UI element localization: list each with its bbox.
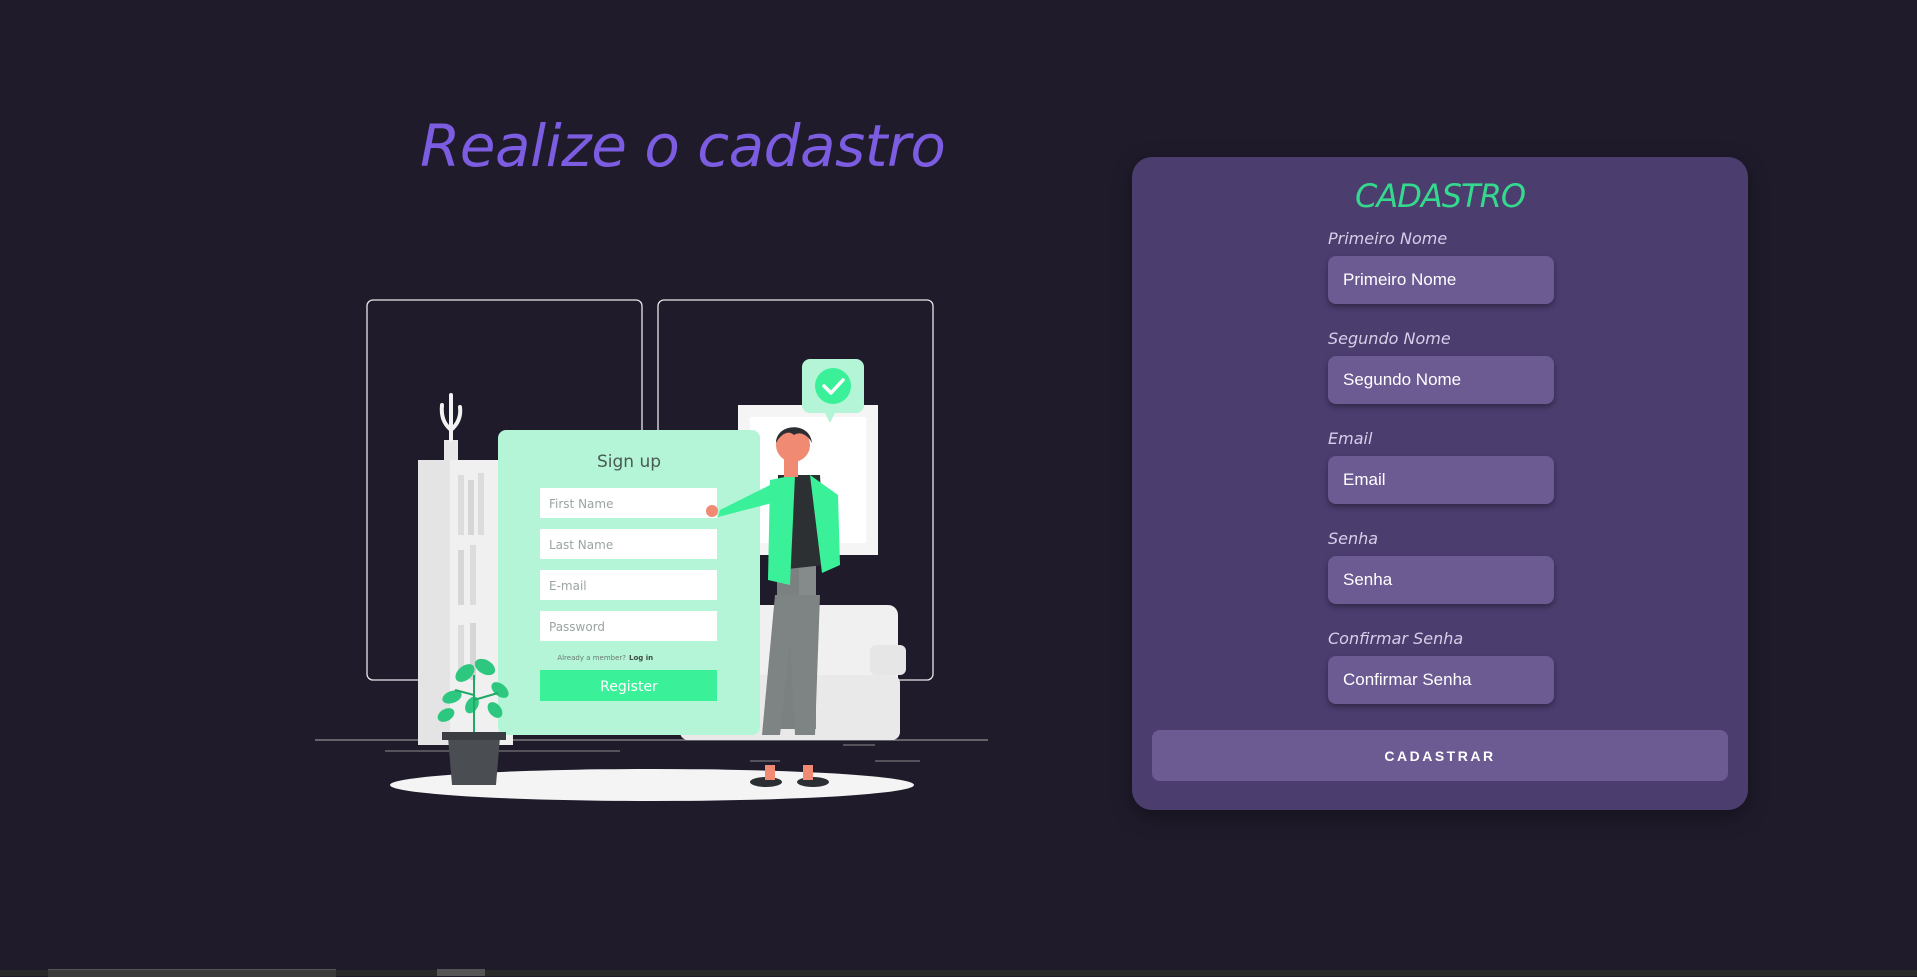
password-label: Senha bbox=[1328, 529, 1379, 548]
confirm-password-group: Confirmar Senha bbox=[1328, 629, 1554, 704]
confirm-password-label: Confirmar Senha bbox=[1328, 629, 1464, 648]
last-name-group: Segundo Nome bbox=[1328, 329, 1554, 404]
illustration-login-link: Log in bbox=[629, 654, 653, 662]
taskbar-item[interactable] bbox=[437, 969, 485, 976]
check-icon bbox=[815, 368, 851, 404]
illustration-register-label: Register bbox=[600, 679, 658, 695]
last-name-input[interactable] bbox=[1328, 356, 1554, 404]
last-name-label: Segundo Nome bbox=[1328, 329, 1451, 348]
register-submit-button[interactable]: CADASTRAR bbox=[1152, 730, 1728, 781]
first-name-label: Primeiro Nome bbox=[1328, 229, 1448, 248]
vase bbox=[444, 440, 458, 460]
plant-pot bbox=[448, 737, 500, 785]
illustration-form-title: Sign up bbox=[597, 452, 661, 472]
email-input[interactable] bbox=[1328, 456, 1554, 504]
form-title: CADASTRO bbox=[1354, 177, 1526, 215]
register-card: CADASTRO Primeiro Nome Segundo Nome Emai… bbox=[1132, 157, 1748, 810]
password-input[interactable] bbox=[1328, 556, 1554, 604]
illustration-field-2: Last Name bbox=[549, 538, 613, 552]
password-group: Senha bbox=[1328, 529, 1554, 604]
email-group: Email bbox=[1328, 429, 1554, 504]
first-name-group: Primeiro Nome bbox=[1328, 229, 1554, 304]
page-headline: Realize o cadastro bbox=[420, 112, 946, 180]
illustration-field-3: E-mail bbox=[549, 579, 587, 593]
illustration-field-1: First Name bbox=[549, 497, 613, 511]
email-label: Email bbox=[1328, 429, 1373, 448]
illustration-member-prompt: Already a member? bbox=[557, 654, 626, 662]
illustration-field-4: Password bbox=[549, 620, 605, 634]
first-name-input[interactable] bbox=[1328, 256, 1554, 304]
confirm-password-input[interactable] bbox=[1328, 656, 1554, 704]
signup-illustration: Sign up First Name Last Name E-mail Pass… bbox=[315, 299, 988, 801]
